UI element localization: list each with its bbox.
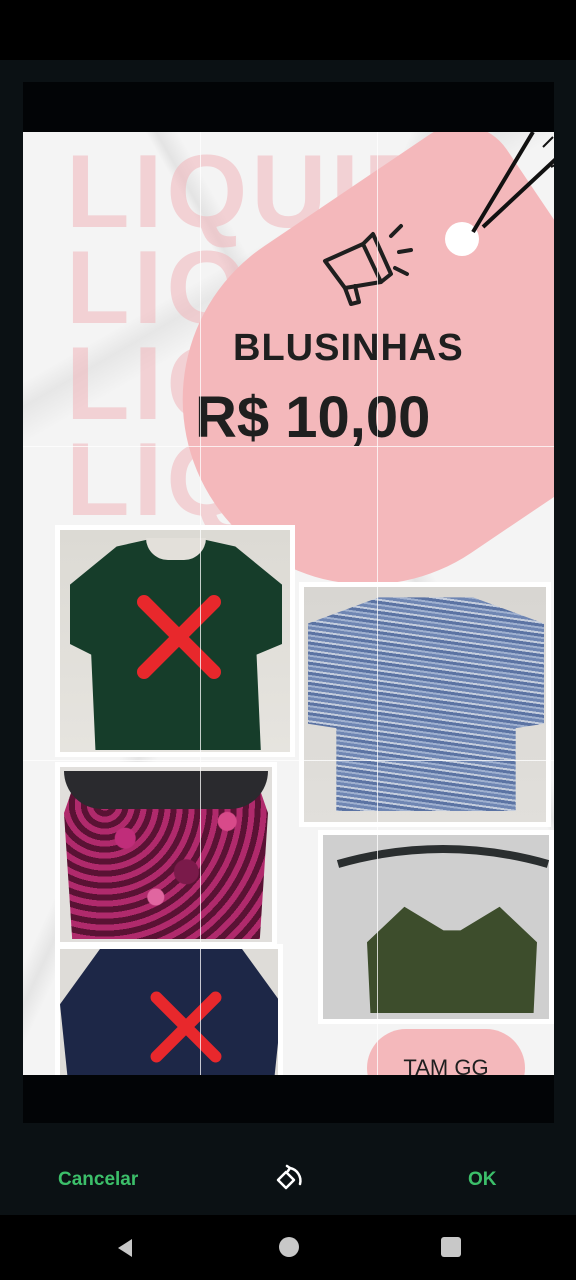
home-circle-icon[interactable] [279,1237,299,1257]
crop-margin-top [23,82,554,132]
rotate-icon[interactable] [270,1162,306,1198]
blue-shirt [308,597,544,811]
ok-button[interactable]: OK [468,1169,497,1191]
sold-x-icon [150,991,222,1063]
editor-toolbar: Cancelar OK [0,1135,576,1215]
size-badge: TAM GG [367,1029,525,1075]
crop-grid-line [23,446,554,447]
crop-grid-line [23,760,554,761]
crop-margin-bottom [23,1075,554,1123]
crop-canvas[interactable]: LIQUIDA LIQUIDA LIQUIDA LIQUIDA BLUSINHA… [23,132,554,1075]
sold-x-icon [137,595,221,679]
green-bralette [367,906,537,1013]
tag-string [471,132,554,234]
crop-grid-line [200,132,201,1075]
status-bar [0,0,576,60]
megaphone-icon [323,224,413,306]
recent-square-icon[interactable] [441,1237,461,1257]
cancel-button[interactable]: Cancelar [58,1169,138,1191]
hanger [336,845,549,868]
product-photo-green-bralette [318,830,554,1024]
image-crop-editor: LIQUIDA LIQUIDA LIQUIDA LIQUIDA BLUSINHA… [0,60,576,1215]
system-nav-bar [0,1215,576,1280]
crop-grid-line [377,132,378,1075]
poster-title: BLUSINHAS [233,327,464,369]
floral-top-band [64,771,268,809]
product-photo-floral-top [55,762,277,947]
back-triangle-icon[interactable] [114,1237,136,1259]
product-photo-blue-shirt [299,582,551,827]
product-photo-green-shirt [55,525,295,757]
product-photo-navy-shirt [55,944,283,1075]
poster-price: R$ 10,00 [195,385,431,450]
